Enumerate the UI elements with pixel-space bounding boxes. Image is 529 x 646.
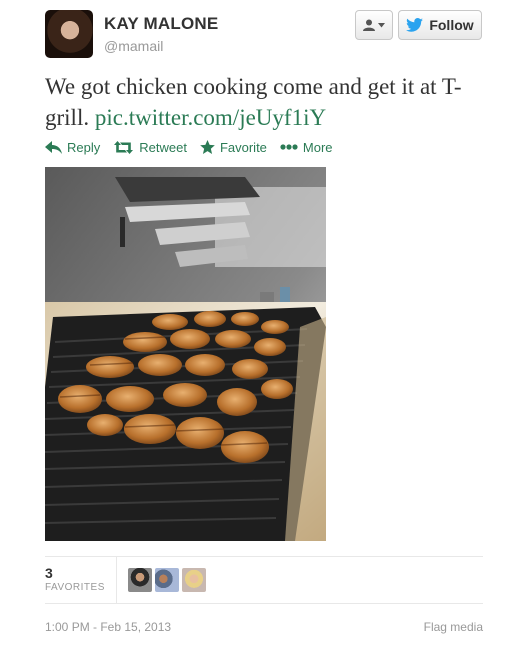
tweet-text: We got chicken cooking come and get it a… (45, 71, 490, 133)
retweet-label: Retweet (139, 139, 187, 155)
favorite-label: Favorite (219, 139, 267, 155)
twitter-bird-icon (406, 18, 424, 32)
avatar[interactable] (45, 10, 93, 58)
favorites-count[interactable]: 3 (45, 565, 53, 581)
follow-button[interactable]: Follow (398, 10, 482, 40)
tweet-media-link[interactable]: pic.twitter.com/jeUyf1iY (95, 105, 326, 130)
retweet-icon (114, 140, 134, 154)
tweet-actions: Reply Retweet Favorite More (45, 138, 346, 156)
user-fullname[interactable]: KAY MALONE (104, 14, 218, 34)
user-username[interactable]: @mamail (104, 38, 163, 54)
stats-divider-top (45, 556, 483, 557)
favoriter-avatar[interactable] (155, 568, 179, 592)
favorite-action[interactable]: Favorite (200, 140, 267, 155)
tweet-card: KAY MALONE @mamail Follow We got chicken… (0, 0, 529, 646)
stats-divider-bottom (45, 603, 483, 604)
tweet-timestamp[interactable]: 1:00 PM - Feb 15, 2013 (45, 620, 171, 634)
favoriter-avatar[interactable] (128, 568, 152, 592)
follow-label: Follow (429, 17, 474, 33)
star-icon (200, 140, 215, 154)
favoriter-avatar[interactable] (182, 568, 206, 592)
more-action[interactable]: More (280, 140, 333, 155)
user-icon (363, 19, 375, 31)
tweet-photo[interactable] (45, 167, 326, 541)
more-label: More (302, 139, 333, 155)
reply-icon (45, 140, 62, 154)
ellipsis-icon (280, 144, 298, 150)
grill-chicken-photo (45, 167, 326, 541)
retweet-action[interactable]: Retweet (113, 140, 187, 155)
reply-label: Reply (67, 139, 101, 155)
favorites-label[interactable]: FAVORITES (45, 582, 105, 593)
flag-media-link[interactable]: Flag media (424, 620, 483, 634)
favoriter-avatars (128, 568, 206, 592)
user-actions-dropdown[interactable] (355, 10, 393, 40)
stats-separator (116, 557, 117, 603)
chevron-down-icon (378, 22, 385, 27)
reply-action[interactable]: Reply (45, 140, 100, 155)
